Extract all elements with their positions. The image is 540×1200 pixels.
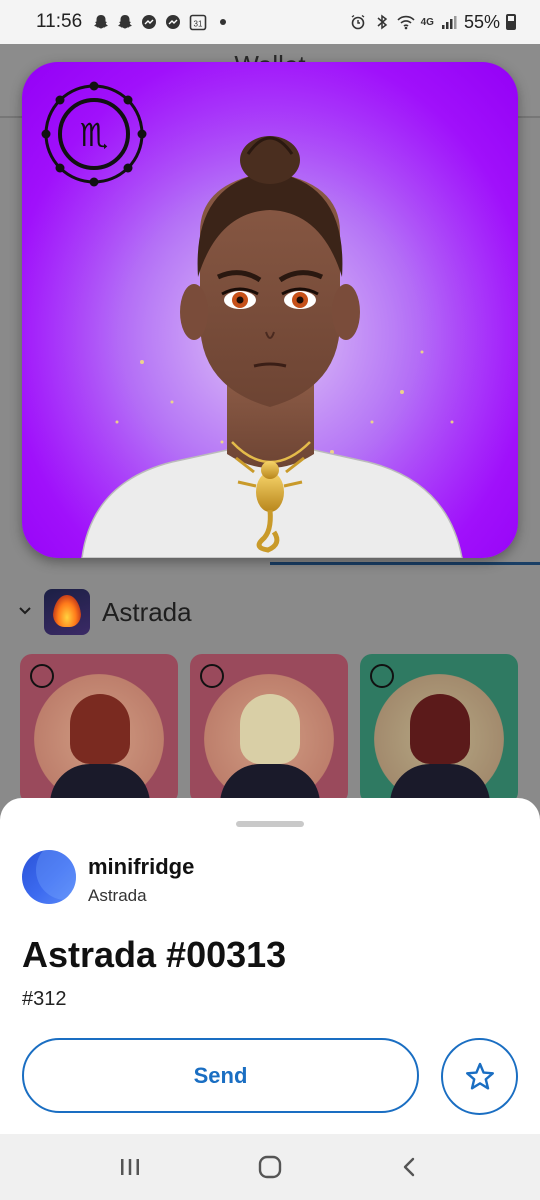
notification-icons: 31 (92, 13, 232, 31)
status-bar: 11:56 31 4G 55% (0, 0, 540, 44)
messenger-icon (140, 13, 158, 31)
recent-apps-button[interactable] (110, 1147, 150, 1187)
star-icon (465, 1062, 494, 1089)
system-nav-bar (0, 1134, 540, 1200)
favorite-button[interactable] (441, 1038, 518, 1115)
back-button[interactable] (390, 1147, 430, 1187)
zodiac-badge-icon (200, 664, 224, 688)
snapchat-icon (116, 13, 134, 31)
back-icon (403, 1157, 415, 1177)
calendar-icon: 31 (188, 13, 208, 31)
alarm-icon (349, 13, 367, 31)
snapchat-icon (92, 13, 110, 31)
nft-card[interactable] (190, 654, 348, 804)
nft-detail-sheet: minifridge Astrada Astrada #00313 #312 S… (0, 798, 540, 1134)
collection-header[interactable]: Astrada (18, 589, 192, 635)
zodiac-badge-icon (30, 664, 54, 688)
owner-collection: Astrada (88, 886, 147, 905)
recent-apps-icon (121, 1159, 139, 1175)
signal-icon (440, 13, 458, 31)
messenger-icon (164, 13, 182, 31)
system-status: 4G 55% (349, 12, 516, 33)
dot-icon (214, 13, 232, 31)
bluetooth-icon (373, 13, 391, 31)
wifi-icon (397, 13, 415, 31)
nft-image: ♏ (22, 62, 518, 558)
tab-indicator (270, 562, 540, 565)
avatar (22, 850, 76, 904)
drag-handle[interactable] (236, 821, 304, 827)
chevron-down-icon[interactable] (18, 603, 36, 621)
home-button[interactable] (250, 1147, 290, 1187)
nft-artwork: ♏ (22, 62, 518, 558)
zodiac-badge-icon (370, 664, 394, 688)
nft-card[interactable] (20, 654, 178, 804)
battery-percent: 55% (463, 11, 500, 32)
nft-title: Astrada #00313 (22, 934, 287, 975)
send-button[interactable]: Send (22, 1038, 419, 1113)
nft-token-number: #312 (22, 988, 67, 1010)
collection-logo (44, 589, 90, 635)
network-type: 4G (420, 16, 434, 28)
home-icon (258, 1155, 282, 1179)
nft-grid (20, 654, 518, 804)
nft-card[interactable] (360, 654, 518, 804)
battery-icon (506, 14, 516, 30)
calendar-day: 31 (194, 20, 203, 29)
status-time: 11:56 (36, 11, 83, 32)
zodiac-symbol: ♏ (80, 116, 109, 154)
collection-name: Astrada (102, 596, 192, 627)
owner-name: minifridge (88, 854, 195, 879)
